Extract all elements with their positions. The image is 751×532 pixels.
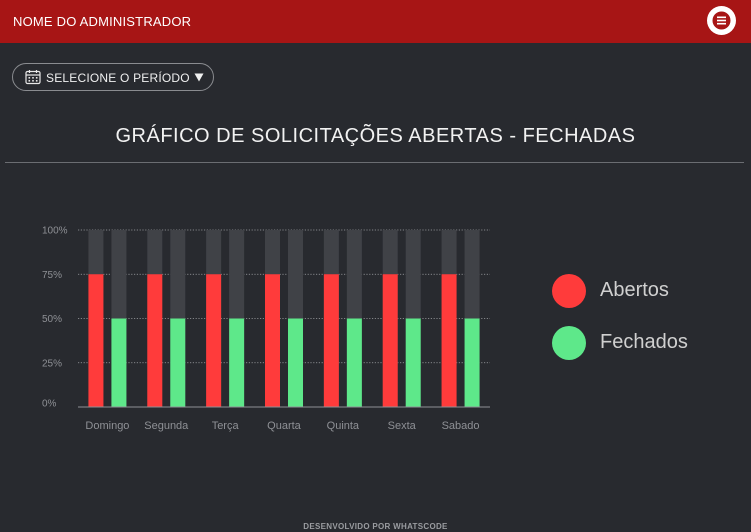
bar-abertos [147, 274, 163, 407]
bar-abertos [265, 274, 280, 407]
legend-swatch-abertos [552, 274, 586, 308]
chart-title: GRÁFICO DE SOLICITAÇÕES ABERTAS - FECHAD… [115, 125, 636, 147]
caret-down-icon [194, 73, 204, 82]
bar-fechados [464, 318, 480, 407]
bar-chart: 100% 75% 50% 25% 0% Domingo Segunda Terça Quarta… [42, 226, 490, 432]
bar-abertos [323, 274, 339, 407]
x-tick-label: Segunda [144, 420, 189, 432]
y-tick-label: 50% [42, 314, 62, 325]
x-tick-label: Sexta [388, 420, 417, 432]
divider [5, 162, 744, 163]
x-tick-label: Quinta [327, 420, 360, 432]
bar-abertos [206, 274, 222, 407]
bar-fechados [229, 318, 245, 407]
legend-label-fechados: Fechados [600, 331, 688, 353]
bar-abertos [382, 274, 398, 407]
period-selector-label: SELECIONE O PERÍODO [46, 71, 190, 85]
admin-name: NOME DO ADMINISTRADOR [13, 14, 192, 29]
bar-fechados [111, 318, 127, 407]
x-tick-label: Terça [212, 420, 240, 432]
period-selector-button[interactable]: SELECIONE O PERÍODO [12, 63, 214, 91]
menu-icon [712, 11, 731, 30]
y-tick-label: 100% [42, 226, 68, 237]
menu-button[interactable] [707, 6, 736, 35]
bar-fechados [346, 318, 362, 407]
bar-fechados [288, 318, 303, 407]
top-bar: NOME DO ADMINISTRADOR [0, 0, 751, 43]
y-tick-label: 0% [42, 399, 57, 410]
bar-fechados [405, 318, 421, 407]
y-tick-label: 75% [42, 270, 62, 281]
x-tick-label: Domingo [85, 420, 129, 432]
bar-fechados [170, 318, 186, 407]
y-tick-label: 25% [42, 358, 62, 369]
bar-abertos [88, 274, 104, 407]
x-tick-label: Sabado [442, 420, 480, 432]
legend-swatch-fechados [552, 326, 586, 360]
footer-credit: DESENVOLVIDO POR WHATSCODE [303, 522, 448, 531]
legend-label-abertos: Abertos [600, 279, 669, 301]
calendar-icon [25, 70, 41, 85]
bar-abertos [441, 274, 457, 407]
x-tick-label: Quarta [267, 420, 302, 432]
